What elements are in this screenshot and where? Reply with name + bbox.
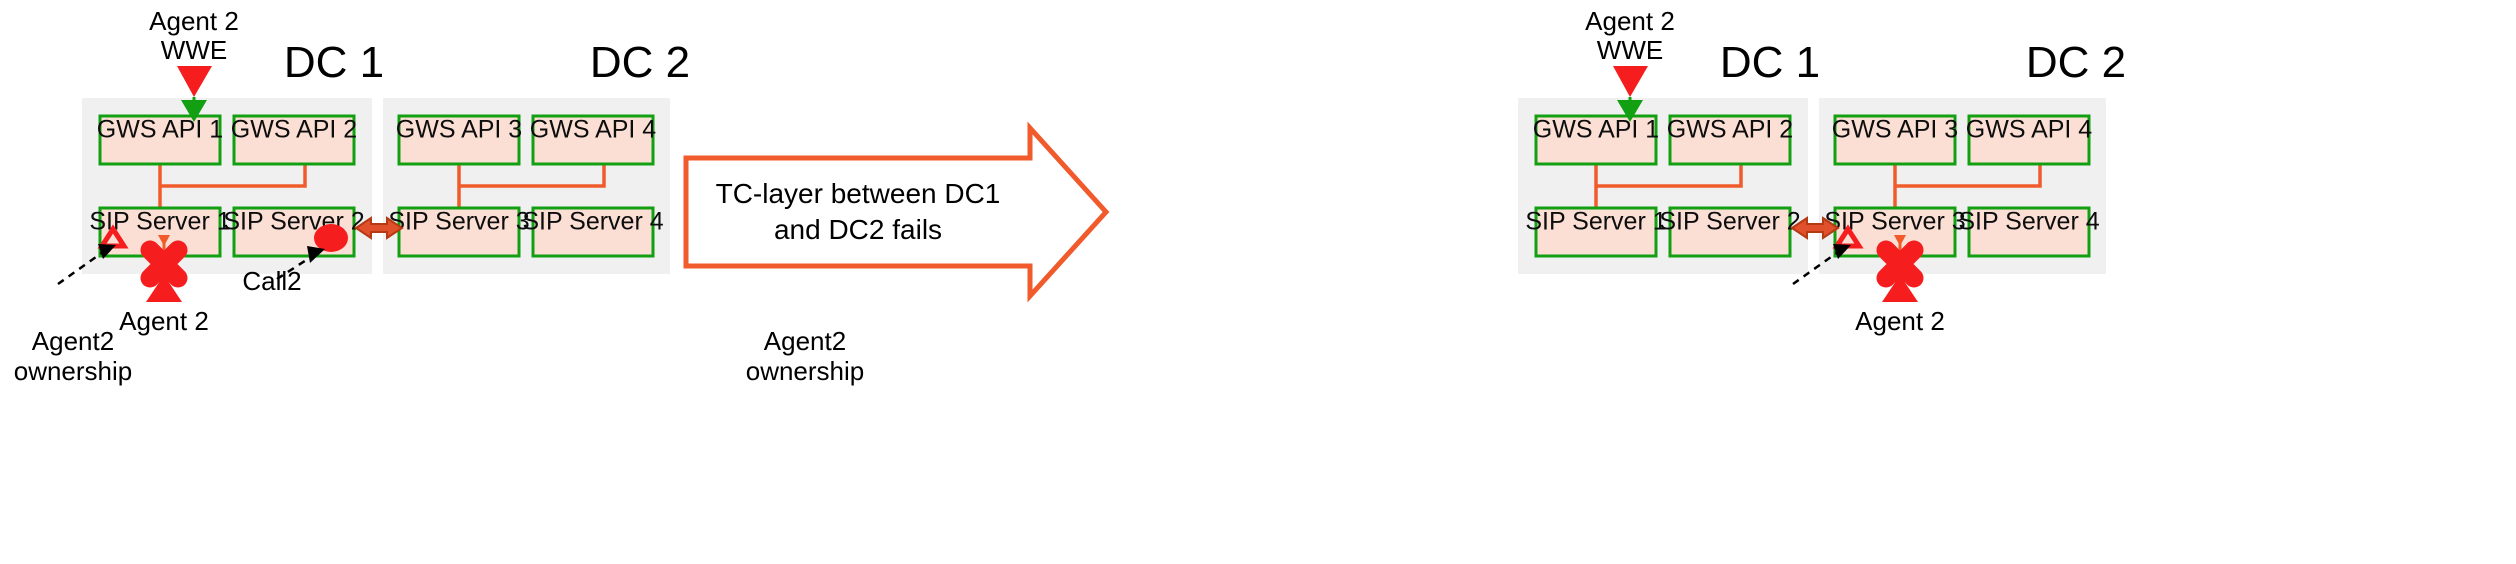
agent2-wwe-triangle-down-icon-before [177,66,212,97]
node-gws-api-1-label-before: GWS API 1 [97,116,223,144]
node-gws-api-2-label-before: GWS API 2 [231,116,357,144]
dc2-title-before: DC 2 [590,38,690,87]
dc1-title-before: DC 1 [284,38,384,87]
failure-x-cross-icon-before [140,240,188,288]
wwe-label-line1-after: Agent 2 [1585,6,1675,36]
call2-label-before: Call2 [242,266,301,296]
wwe-label-line2-before: WWE [161,35,227,65]
ownership-label-line2-before: ownership [14,356,133,386]
diagram-canvas: DC 1 DC 2 GWS API 1 GWS API 2 GWS API 3 … [0,0,2516,564]
node-sip-server-1-label-after: SIP Server 1 [1525,208,1666,236]
ownership-label-line1-before: Agent2 [32,326,114,356]
transition-banner: TC-layer between DC1 and DC2 fails [683,121,1110,303]
node-gws-api-2-label-after: GWS API 2 [1667,116,1793,144]
node-gws-api-3-label-before: GWS API 3 [396,116,522,144]
scenario-before: DC 1 DC 2 GWS API 1 GWS API 2 GWS API 3 … [14,6,690,386]
node-sip-server-4-label-after: SIP Server 4 [1958,208,2099,236]
call2-ellipse-icon-before [314,224,348,252]
wwe-label-line1-before: Agent 2 [149,6,239,36]
agent2-wwe-triangle-down-icon-after [1613,66,1648,97]
network-failover-diagram: DC 1 DC 2 GWS API 1 GWS API 2 GWS API 3 … [14,6,2126,386]
node-gws-api-4-label-before: GWS API 4 [530,116,657,144]
node-sip-server-2-label-after: SIP Server 2 [1659,208,1800,236]
ownership-label-line1-after: Agent2 [764,326,846,356]
node-gws-api-3-label-after: GWS API 3 [1832,116,1958,144]
dc1-title-after: DC 1 [1720,38,1820,87]
failure-x-cross-icon-after [1876,240,1924,288]
banner-block-arrow-right-icon [683,121,1110,303]
banner-text-line1: TC-layer between DC1 [716,178,1001,209]
dc2-title-after: DC 2 [2026,38,2126,87]
agent2-label-after: Agent 2 [1855,306,1945,336]
node-gws-api-1-label-after: GWS API 1 [1533,116,1659,144]
node-sip-server-3-label-before: SIP Server 3 [388,208,529,236]
agent2-label-before: Agent 2 [119,306,209,336]
node-gws-api-4-label-after: GWS API 4 [1966,116,2093,144]
node-sip-server-4-label-before: SIP Server 4 [522,208,663,236]
wwe-label-line2-after: WWE [1597,35,1663,65]
banner-text-line2: and DC2 fails [774,214,942,245]
ownership-label-line2-after: ownership [746,356,865,386]
